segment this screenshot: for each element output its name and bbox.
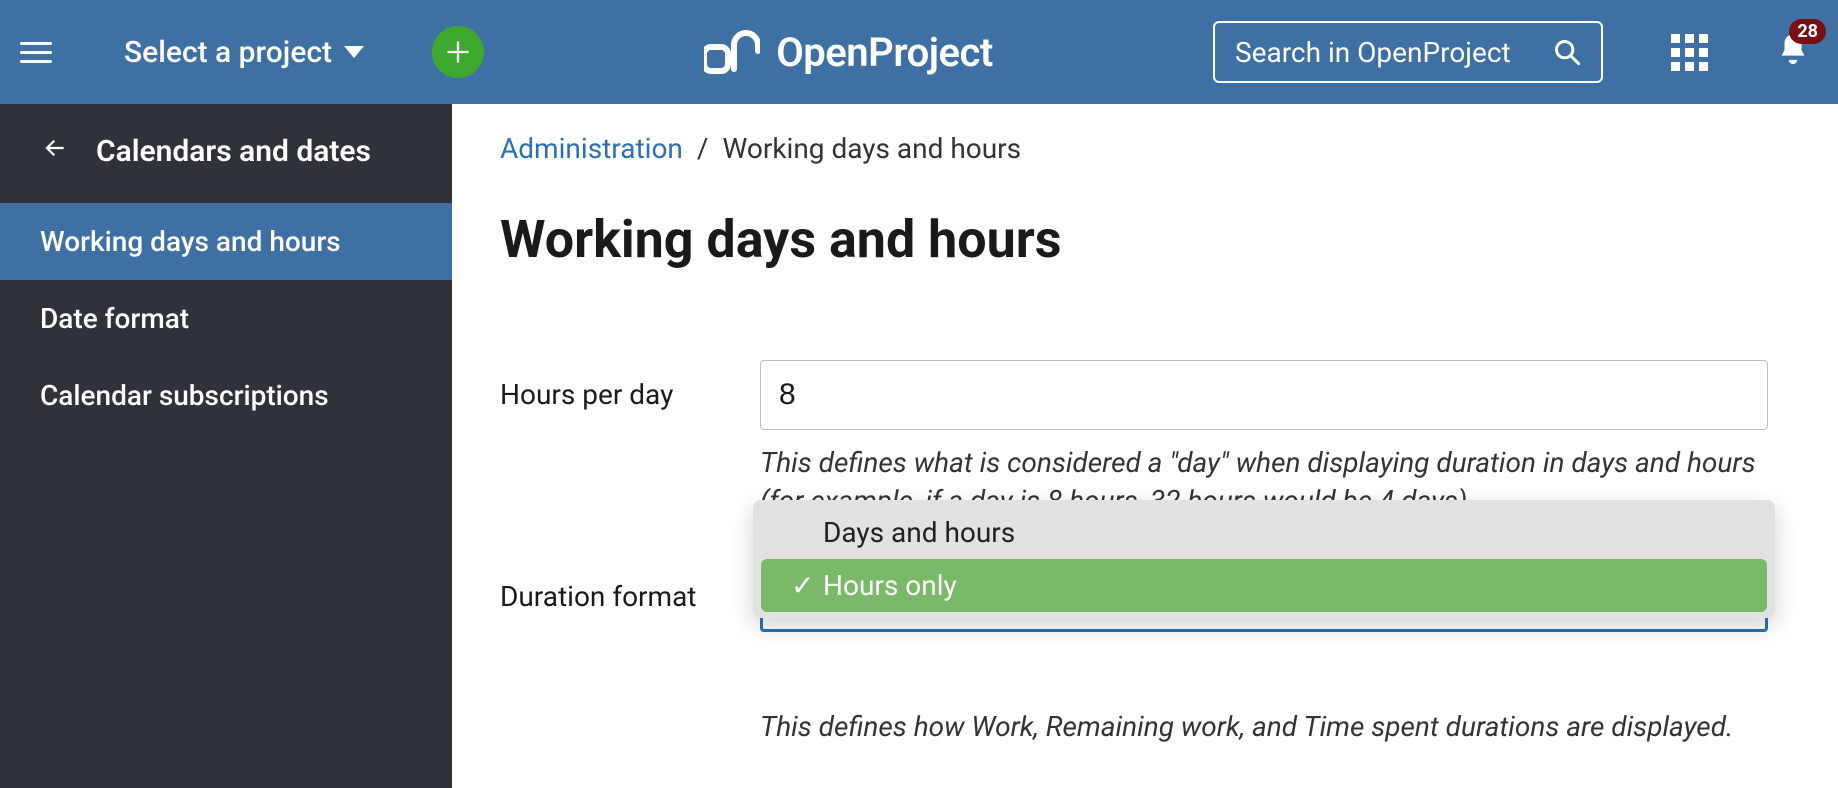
- option-label: Hours only: [823, 569, 957, 602]
- duration-dropdown: Days and hours ✓ Hours only: [753, 500, 1775, 618]
- notification-badge: 28: [1789, 19, 1826, 44]
- notifications-button[interactable]: 28: [1776, 31, 1810, 73]
- breadcrumb: Administration / Working days and hours: [500, 132, 1768, 165]
- sidebar-title: Calendars and dates: [96, 134, 371, 169]
- chevron-down-icon: [344, 46, 364, 58]
- check-icon: ✓: [791, 569, 813, 602]
- menu-icon[interactable]: [20, 32, 60, 72]
- search-input[interactable]: Search in OpenProject: [1213, 21, 1603, 83]
- brand-logo[interactable]: OpenProject: [704, 29, 993, 76]
- form-row-duration: Duration format Days and hours ✓ Hours o…: [500, 562, 1768, 746]
- duration-option-days-hours[interactable]: Days and hours: [761, 506, 1767, 559]
- sidebar-item-working-days[interactable]: Working days and hours: [0, 203, 452, 280]
- duration-option-hours-only[interactable]: ✓ Hours only: [761, 559, 1767, 612]
- project-selector[interactable]: Select a project: [124, 35, 364, 70]
- sidebar-item-date-format[interactable]: Date format: [0, 280, 452, 357]
- breadcrumb-current: Working days and hours: [722, 132, 1021, 165]
- main-content: Administration / Working days and hours …: [452, 104, 1838, 788]
- hours-label: Hours per day: [500, 360, 760, 411]
- topbar: Select a project OpenProject Search in O…: [0, 0, 1838, 104]
- breadcrumb-separator: /: [697, 132, 709, 165]
- add-button[interactable]: [432, 26, 484, 78]
- form-row-hours: Hours per day This defines what is consi…: [500, 360, 1768, 520]
- search-placeholder: Search in OpenProject: [1235, 36, 1537, 69]
- sidebar-item-calendar-subscriptions[interactable]: Calendar subscriptions: [0, 357, 452, 434]
- hours-input[interactable]: [760, 360, 1768, 430]
- arrow-left-icon: [42, 134, 68, 169]
- breadcrumb-root[interactable]: Administration: [500, 132, 683, 165]
- sidebar: Calendars and dates Working days and hou…: [0, 104, 452, 788]
- brand-name: OpenProject: [776, 29, 993, 76]
- plus-icon: [444, 38, 472, 66]
- apps-icon[interactable]: [1671, 34, 1708, 71]
- sidebar-item-label: Calendar subscriptions: [40, 379, 329, 412]
- sidebar-item-label: Date format: [40, 302, 189, 335]
- project-selector-label: Select a project: [124, 35, 332, 70]
- search-icon: [1553, 38, 1581, 66]
- sidebar-item-label: Working days and hours: [40, 225, 341, 258]
- openproject-icon: [704, 29, 760, 75]
- page-title: Working days and hours: [500, 209, 1768, 270]
- duration-help: This defines how Work, Remaining work, a…: [760, 708, 1768, 746]
- option-label: Days and hours: [823, 516, 1015, 549]
- duration-label: Duration format: [500, 562, 760, 613]
- sidebar-back[interactable]: Calendars and dates: [0, 104, 452, 203]
